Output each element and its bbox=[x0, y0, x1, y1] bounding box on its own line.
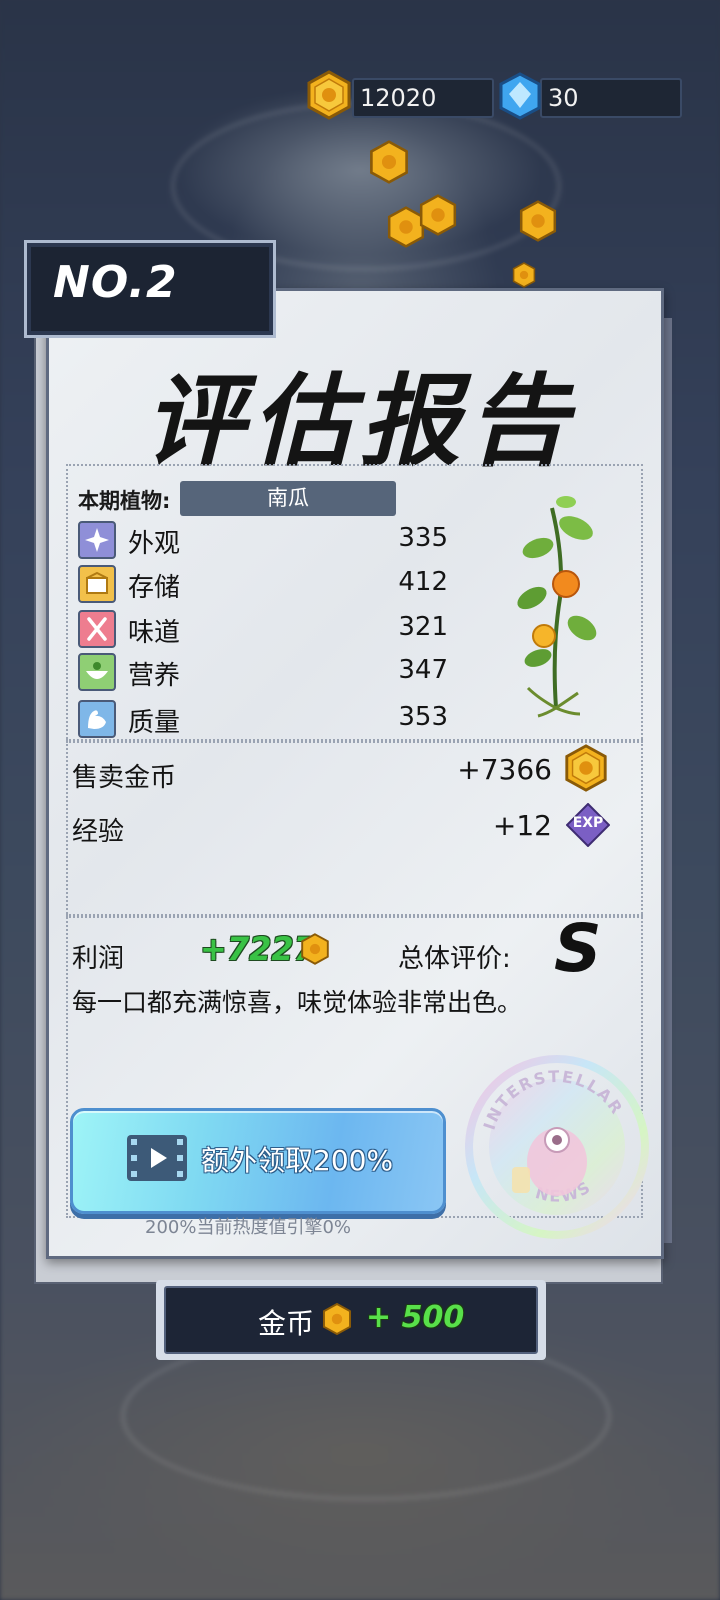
overall-rating-label: 总体评价: bbox=[398, 944, 511, 974]
gem-amount: 30 bbox=[548, 84, 579, 112]
plant-name: 南瓜 bbox=[180, 481, 396, 516]
utensils-icon bbox=[78, 610, 116, 648]
sell-coins-value: +7366 bbox=[457, 753, 552, 786]
video-ad-icon bbox=[127, 1135, 187, 1181]
stat-row-quality: 质量 353 bbox=[78, 700, 458, 738]
stat-row-taste: 味道 321 bbox=[78, 610, 458, 648]
review-comment: 每一口都充满惊喜，味觉体验非常出色。 bbox=[72, 988, 523, 1017]
stat-label: 存储 bbox=[128, 573, 181, 603]
flying-coin-icon bbox=[512, 262, 536, 288]
overall-grade: S bbox=[554, 910, 602, 987]
gold-amount: 12020 bbox=[360, 84, 437, 112]
exp-label: 经验 bbox=[72, 817, 125, 847]
stat-row-storage: 存储 412 bbox=[78, 565, 458, 603]
stat-row-appearance: 外观 335 bbox=[78, 521, 458, 559]
sell-coins-label: 售卖金币 bbox=[72, 763, 177, 793]
exp-value: +12 bbox=[492, 809, 552, 842]
stat-value: 335 bbox=[398, 523, 448, 553]
stat-label: 营养 bbox=[128, 661, 181, 691]
exp-badge-text: EXP bbox=[572, 815, 604, 831]
flying-coin-icon bbox=[370, 140, 408, 184]
stat-row-nutrition: 营养 347 bbox=[78, 653, 458, 691]
gem-icon bbox=[499, 72, 541, 120]
stat-label: 外观 bbox=[128, 529, 181, 559]
coin-reward-value: + 500 bbox=[366, 1300, 465, 1335]
heat-note: 200%当前热度值引擎0% bbox=[145, 1217, 352, 1238]
stat-value: 321 bbox=[398, 612, 448, 642]
coin-reward-label: 金币 bbox=[258, 1307, 315, 1340]
report-number-tag: NO.2 bbox=[24, 240, 276, 338]
coin-reward-panel: 金币 + 500 bbox=[164, 1286, 538, 1354]
extra-claim-button[interactable]: 额外领取200% bbox=[70, 1108, 446, 1214]
stat-label: 味道 bbox=[128, 618, 181, 648]
flying-coin-icon bbox=[519, 200, 557, 242]
gold-coin-icon bbox=[301, 933, 329, 965]
gold-coin-icon bbox=[565, 744, 607, 792]
exp-badge-icon: EXP bbox=[566, 803, 610, 847]
profit-value: +7227 bbox=[200, 930, 316, 968]
profit-label: 利润 bbox=[72, 944, 125, 974]
gem-counter: 30 bbox=[540, 78, 682, 118]
coin-reward-bar: 金币 + 500 bbox=[156, 1280, 546, 1360]
pumpkin-plant-image bbox=[517, 496, 597, 718]
extra-claim-label: 额外领取200% bbox=[201, 1144, 394, 1177]
gold-coin-icon bbox=[322, 1302, 352, 1336]
plant-label: 本期植物: bbox=[78, 489, 171, 513]
stat-value: 353 bbox=[398, 702, 448, 732]
nutrition-bowl-icon bbox=[78, 653, 116, 691]
stat-label: 质量 bbox=[128, 708, 181, 738]
stat-value: 347 bbox=[398, 655, 448, 685]
report-number: NO.2 bbox=[53, 257, 178, 308]
sparkle-icon bbox=[78, 521, 116, 559]
stat-value: 412 bbox=[398, 567, 448, 597]
gold-counter: 12020 bbox=[352, 78, 494, 118]
gold-coin-icon bbox=[307, 70, 351, 120]
muscle-icon bbox=[78, 700, 116, 738]
box-icon bbox=[78, 565, 116, 603]
flying-coin-icon bbox=[419, 194, 457, 236]
interstellar-news-stamp-icon: INTERSTELLAR NEWS bbox=[465, 1055, 649, 1239]
